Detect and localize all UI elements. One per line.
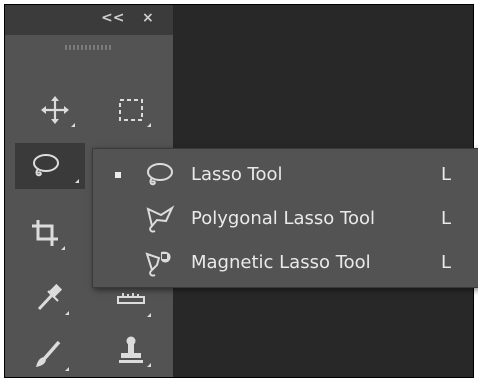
move-icon — [41, 96, 69, 124]
tool-group-indicator — [65, 367, 69, 371]
magnetic-lasso-icon — [145, 251, 171, 277]
clone-stamp-tool-button[interactable] — [105, 327, 157, 373]
brush-icon — [36, 340, 61, 367]
tool-group-indicator — [61, 246, 65, 250]
menu-item-label: Polygonal Lasso Tool — [191, 208, 375, 229]
marquee-tool-button[interactable] — [105, 87, 157, 133]
panel-header: << × — [5, 5, 173, 35]
photoshop-window: << × Lasso Tool L Polygonal Lasso Tool L… — [4, 4, 478, 378]
menu-item-magnetic-lasso-tool[interactable]: Magnetic Lasso Tool L — [93, 241, 478, 285]
menu-item-shortcut: L — [441, 252, 452, 273]
tool-group-indicator — [147, 123, 151, 127]
rectangular-marquee-icon — [119, 99, 143, 121]
lasso-tools-flyout: Lasso Tool L Polygonal Lasso Tool L Magn… — [92, 148, 478, 288]
eyedropper-icon — [37, 283, 63, 311]
lasso-icon — [33, 154, 59, 177]
menu-item-polygonal-lasso-tool[interactable]: Polygonal Lasso Tool L — [93, 197, 478, 241]
menu-item-shortcut: L — [441, 164, 452, 185]
polygonal-lasso-icon — [146, 205, 175, 233]
clone-stamp-icon — [119, 336, 143, 363]
menu-item-label: Lasso Tool — [191, 164, 283, 185]
crop-icon — [32, 220, 58, 246]
menu-item-label: Magnetic Lasso Tool — [191, 252, 371, 273]
eyedropper-tool-button[interactable] — [23, 275, 75, 321]
tool-group-indicator — [147, 313, 151, 317]
tool-group-indicator — [71, 123, 75, 127]
collapse-panel-button[interactable]: << — [101, 9, 124, 27]
menu-item-lasso-tool[interactable]: Lasso Tool L — [93, 153, 478, 197]
lasso-icon — [147, 163, 173, 186]
panel-grip[interactable] — [65, 45, 113, 50]
brush-tool-button[interactable] — [23, 331, 75, 377]
selected-indicator — [115, 172, 121, 178]
move-tool-button[interactable] — [29, 87, 81, 133]
tool-group-indicator — [75, 179, 79, 183]
lasso-tool-button[interactable] — [15, 143, 85, 189]
tool-group-indicator — [147, 363, 151, 367]
crop-tool-button[interactable] — [19, 210, 71, 256]
menu-item-shortcut: L — [441, 208, 452, 229]
ruler-icon — [117, 293, 145, 304]
tool-group-indicator — [65, 311, 69, 315]
close-panel-button[interactable]: × — [142, 9, 154, 27]
